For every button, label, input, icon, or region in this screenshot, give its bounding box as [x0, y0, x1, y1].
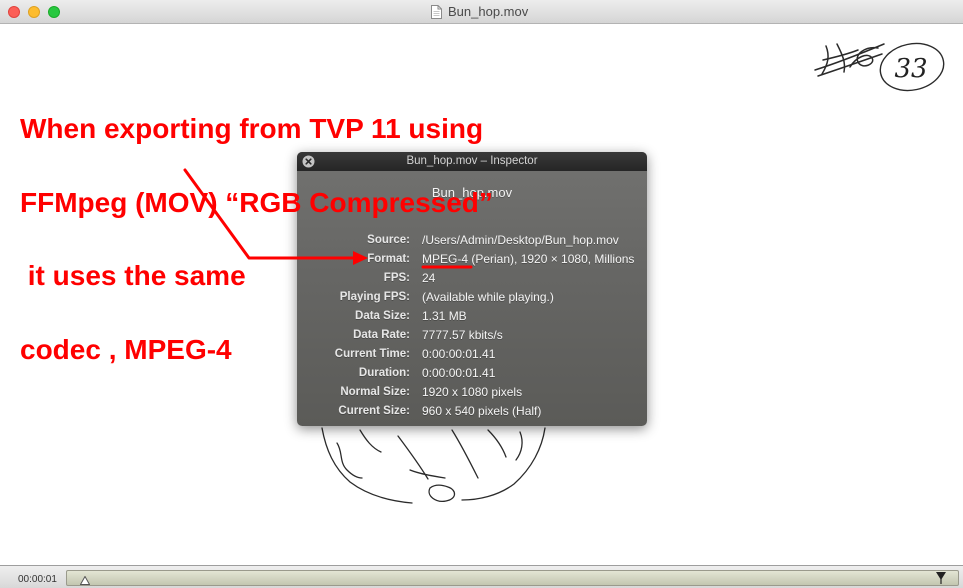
- annotation-line: FFMpeg (MOV) “RGB Compressed”: [20, 186, 493, 218]
- annotation-line: When exporting from TVP 11 using: [20, 113, 484, 144]
- playhead-icon[interactable]: [79, 576, 90, 585]
- out-point-marker-icon[interactable]: [936, 572, 946, 584]
- document-icon[interactable]: [431, 5, 442, 19]
- annotation-line: codec , MPEG-4: [20, 333, 232, 365]
- zoom-window-button[interactable]: [48, 6, 60, 18]
- annotation-line: it uses the same: [20, 260, 246, 291]
- minimize-window-button[interactable]: [28, 6, 40, 18]
- close-window-button[interactable]: [8, 6, 20, 18]
- window-title: Bun_hop.mov: [448, 4, 529, 19]
- quicktime-player-window: Bun_hop.mov 33 Bun_hop.mov – Inspector B…: [0, 0, 963, 588]
- timeline-track[interactable]: [66, 570, 959, 586]
- title-bar[interactable]: Bun_hop.mov: [0, 0, 963, 24]
- timecode-display[interactable]: 00:00:01: [18, 574, 57, 586]
- playback-controls: 00:00:01: [0, 565, 963, 588]
- annotation-text: When exporting from TVP 11 using FFMpeg …: [20, 68, 493, 411]
